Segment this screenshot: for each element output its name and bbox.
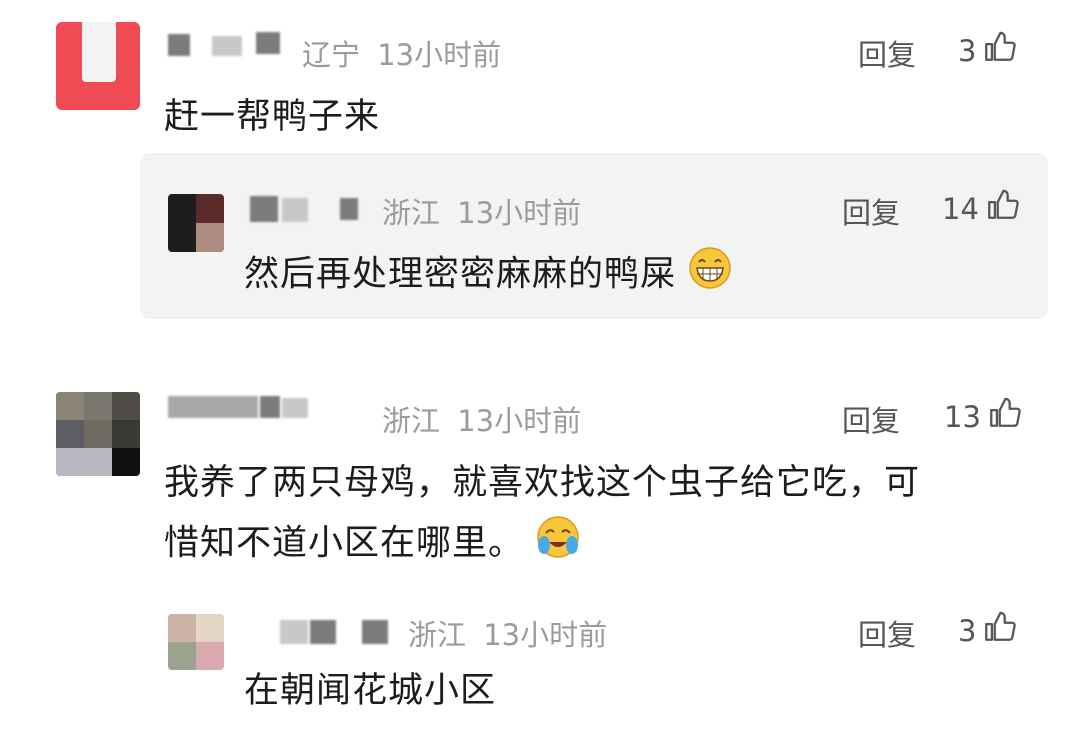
like-button[interactable]: 14 xyxy=(942,188,1019,229)
like-button[interactable]: 3 xyxy=(958,30,1017,71)
comment-text: 赶一帮鸭子来 xyxy=(164,97,381,137)
like-count: 14 xyxy=(942,191,979,226)
comment-meta: 辽宁 13小时前 xyxy=(302,32,501,74)
comment-meta: 浙江 13小时前 xyxy=(408,612,607,654)
reply-button[interactable]: 回复 xyxy=(858,612,916,654)
like-count: 13 xyxy=(944,399,981,434)
thumbs-up-icon xyxy=(985,188,1019,229)
timestamp: 13小时前 xyxy=(483,618,608,652)
comment-text-line: 惜知不道小区在哪里。 xyxy=(164,515,920,574)
like-count: 3 xyxy=(958,613,977,648)
comment-meta: 浙江 13小时前 xyxy=(382,190,581,232)
comment-text-content: 然后再处理密密麻麻的鸭屎 xyxy=(244,254,677,295)
like-button[interactable]: 13 xyxy=(944,396,1021,437)
location: 辽宁 xyxy=(302,38,361,72)
like-button[interactable]: 3 xyxy=(958,610,1017,651)
laughing-crying-face-emoji xyxy=(536,515,580,574)
location: 浙江 xyxy=(408,618,467,652)
location: 浙江 xyxy=(382,404,441,438)
thumbs-up-icon xyxy=(982,30,1017,71)
comment-text: 在朝闻花城小区 xyxy=(244,671,497,711)
comment-text-content: 惜知不道小区在哪里。 xyxy=(164,523,525,564)
timestamp: 13小时前 xyxy=(457,404,582,438)
avatar[interactable] xyxy=(168,194,224,252)
location: 浙江 xyxy=(382,196,441,230)
avatar[interactable] xyxy=(168,614,224,670)
avatar[interactable] xyxy=(56,22,140,110)
reply-button[interactable]: 回复 xyxy=(858,32,916,74)
avatar[interactable] xyxy=(56,392,140,476)
reply-button[interactable]: 回复 xyxy=(842,190,900,232)
like-count: 3 xyxy=(958,33,977,68)
grinning-face-emoji xyxy=(688,246,732,305)
timestamp: 13小时前 xyxy=(457,196,582,230)
thumbs-up-icon xyxy=(987,396,1021,437)
thumbs-up-icon xyxy=(982,610,1017,651)
timestamp: 13小时前 xyxy=(377,38,502,72)
reply-button[interactable]: 回复 xyxy=(842,398,900,440)
comment-text: 然后再处理密密麻麻的鸭屎 xyxy=(244,246,732,305)
comment-meta: 浙江 13小时前 xyxy=(382,398,581,440)
comment-text-line: 我养了两只母鸡，就喜欢找这个虫子给它吃，可 xyxy=(164,463,921,503)
comment-text: 我养了两只母鸡，就喜欢找这个虫子给它吃，可 惜知不道小区在哪里。 xyxy=(164,458,920,574)
